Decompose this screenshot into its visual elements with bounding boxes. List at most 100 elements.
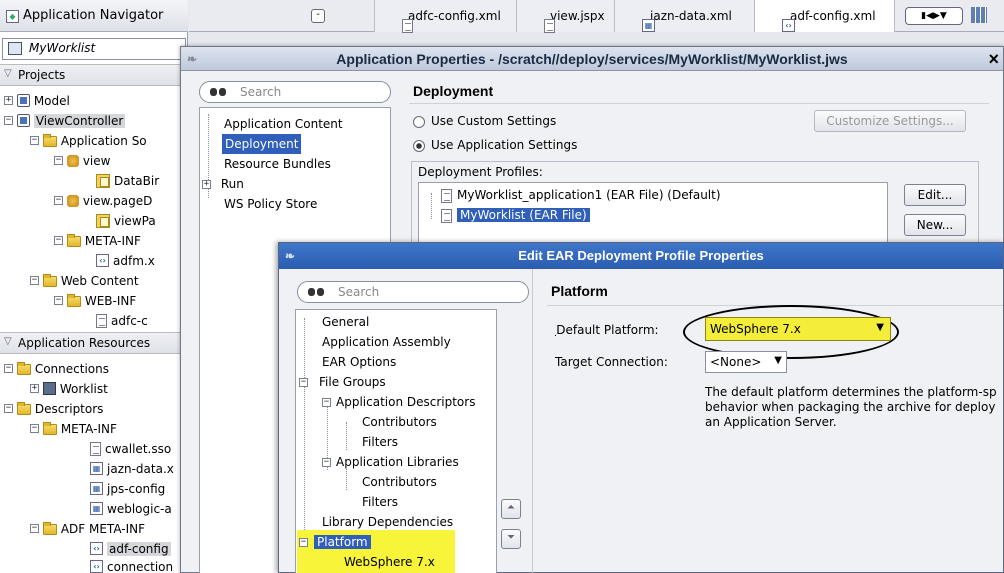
tree-item-databindings[interactable]: DataBir bbox=[96, 170, 159, 190]
folder-icon bbox=[42, 422, 57, 435]
navigator-header[interactable]: ◆ Application Navigator bbox=[0, 0, 188, 32]
binoculars-icon bbox=[210, 86, 228, 98]
tree-item-adfm[interactable]: ‹› adfm.x bbox=[96, 250, 155, 270]
collapse-icon[interactable]: − bbox=[322, 398, 331, 407]
expand-icon[interactable]: + bbox=[4, 96, 13, 105]
nav-application-descriptors[interactable]: − Application Descriptors bbox=[322, 392, 475, 412]
nav-contributors-2[interactable]: Contributors bbox=[362, 472, 437, 492]
app-resources-section-header[interactable]: ▽ Application Resources bbox=[0, 332, 188, 354]
tab-view-jspx[interactable]: view.jspx bbox=[517, 0, 615, 33]
default-platform-select[interactable]: WebSphere 7.x ▼ bbox=[705, 317, 891, 341]
edit-profile-button[interactable]: Edit... bbox=[904, 184, 966, 206]
collapse-icon[interactable]: − bbox=[54, 196, 63, 205]
tree-item-descriptors[interactable]: − Descriptors bbox=[4, 398, 103, 418]
app-selector-value: MyWorklist bbox=[29, 41, 96, 55]
nav-websphere[interactable]: WebSphere 7.x bbox=[344, 552, 435, 572]
package-icon bbox=[66, 154, 79, 167]
collapse-icon[interactable]: − bbox=[30, 424, 39, 433]
tree-item-app-sources[interactable]: − Application So bbox=[30, 130, 147, 150]
nav-filters-1[interactable]: Filters bbox=[362, 432, 398, 452]
minimize-icon[interactable]: - bbox=[311, 9, 325, 23]
collapse-icon[interactable]: − bbox=[30, 136, 39, 145]
use-custom-settings-radio[interactable]: Use Custom Settings bbox=[413, 114, 556, 128]
tree-item-cwallet[interactable]: cwallet.sso bbox=[90, 438, 171, 458]
nav-file-groups[interactable]: − File Groups bbox=[299, 372, 386, 392]
app-props-search[interactable]: Search bbox=[199, 81, 391, 103]
file-icon bbox=[544, 18, 555, 33]
tree-item-meta-inf[interactable]: − META-INF bbox=[54, 230, 141, 250]
collapse-icon[interactable]: − bbox=[30, 276, 39, 285]
collapse-icon[interactable]: − bbox=[4, 364, 13, 373]
tree-item-web-inf[interactable]: − WEB-INF bbox=[54, 290, 136, 310]
tree-item-viewpagedef[interactable]: viewPa bbox=[96, 210, 156, 230]
tree-item-adf-meta-inf[interactable]: − ADF META-INF bbox=[30, 518, 145, 538]
tree-item-jazn-data[interactable]: ▦ jazn-data.x bbox=[90, 458, 174, 478]
xml-file-icon: ▦ bbox=[90, 462, 103, 475]
app-resources-label: Application Resources bbox=[18, 336, 151, 350]
tree-item-meta-inf-2[interactable]: − META-INF bbox=[30, 418, 117, 438]
tree-item-adf-config[interactable]: ‹› adf-config bbox=[90, 538, 171, 558]
ear-search[interactable]: Search bbox=[297, 281, 529, 303]
projects-section-header[interactable]: ▽ Projects bbox=[0, 64, 188, 86]
nav-general[interactable]: General bbox=[322, 312, 369, 332]
chevron-down-icon: ▼ bbox=[774, 355, 782, 366]
nav-platform[interactable]: − Platform bbox=[299, 532, 371, 552]
tree-item-connections[interactable]: − Connections bbox=[4, 358, 109, 378]
profile-item-myworklist[interactable]: MyWorklist (EAR File) bbox=[441, 205, 590, 225]
nav-deployment[interactable]: Deployment bbox=[222, 134, 302, 154]
expand-icon[interactable]: + bbox=[202, 180, 211, 189]
tree-item-model[interactable]: + Model bbox=[4, 90, 70, 110]
expand-icon[interactable]: + bbox=[30, 384, 39, 393]
app-props-titlebar[interactable]: ❧ Application Properties - /scratch//dep… bbox=[181, 47, 1003, 71]
tree-item-view[interactable]: − view bbox=[54, 150, 110, 170]
tree-item-adfc-config[interactable]: adfc-c bbox=[96, 310, 148, 330]
grid-icon[interactable] bbox=[971, 7, 987, 23]
customize-settings-button[interactable]: Customize Settings... bbox=[814, 110, 966, 132]
collapse-icon[interactable]: − bbox=[54, 156, 63, 165]
chevron-down-icon: ▼ bbox=[876, 322, 884, 333]
app-selector[interactable]: MyWorklist bbox=[2, 38, 186, 60]
collapse-icon[interactable]: − bbox=[299, 538, 308, 547]
default-platform-label: DDefault Platform: bbox=[555, 323, 659, 337]
tree-item-jps-config[interactable]: ▦ jps-config bbox=[90, 478, 165, 498]
tree-item-worklist[interactable]: + Worklist bbox=[30, 378, 108, 398]
profile-item-application1[interactable]: MyWorklist_application1 (EAR File) (Defa… bbox=[441, 185, 721, 205]
tab-adf-config[interactable]: ‹›adf-config.xml bbox=[755, 0, 895, 32]
ear-dialog-titlebar[interactable]: ❧ Edit EAR Deployment Profile Properties bbox=[279, 243, 1003, 269]
scroll-up-button[interactable]: ⏶ bbox=[501, 499, 521, 519]
tab-nav-buttons[interactable]: ▮◀▶▼ bbox=[905, 7, 963, 25]
tree-item-view-pagedefs[interactable]: − view.pageD bbox=[54, 190, 152, 210]
tree-item-web-content[interactable]: − Web Content bbox=[30, 270, 139, 290]
new-profile-button[interactable]: New... bbox=[904, 214, 966, 236]
nav-ws-policy-store[interactable]: WS Policy Store bbox=[224, 194, 317, 214]
tree-item-viewcontroller[interactable]: − ViewController bbox=[4, 110, 126, 130]
nav-application-libraries[interactable]: − Application Libraries bbox=[322, 452, 459, 472]
collapse-icon[interactable]: − bbox=[54, 296, 63, 305]
nav-application-assembly[interactable]: Application Assembly bbox=[322, 332, 451, 352]
folder-icon bbox=[42, 522, 57, 535]
collapse-icon[interactable]: − bbox=[54, 236, 63, 245]
tab-adfc-config[interactable]: adfc-config.xml bbox=[374, 0, 517, 33]
collapse-icon[interactable]: − bbox=[30, 524, 39, 533]
close-icon[interactable]: × bbox=[988, 47, 999, 71]
deployment-profiles-group: Deployment Profiles: MyWorklist_applicat… bbox=[411, 161, 979, 251]
tab-jazn-data[interactable]: ▦jazn-data.xml bbox=[615, 0, 755, 32]
tree-item-connections-xml[interactable]: ‹› connection bbox=[90, 556, 173, 573]
nav-resource-bundles[interactable]: Resource Bundles bbox=[224, 154, 331, 174]
target-connection-select[interactable]: <None> ▼ bbox=[705, 351, 787, 373]
collapse-icon[interactable]: − bbox=[299, 378, 308, 387]
xml-file-icon: ‹› bbox=[782, 19, 795, 32]
use-app-settings-radio[interactable]: Use Application Settings bbox=[413, 138, 577, 152]
nav-ear-options[interactable]: EAR Options bbox=[322, 352, 396, 372]
tree-item-weblogic[interactable]: ▦ weblogic-a bbox=[90, 498, 172, 518]
nav-library-dependencies[interactable]: Library Dependencies bbox=[322, 512, 453, 532]
collapse-icon[interactable]: − bbox=[4, 116, 13, 125]
nav-run[interactable]: + Run bbox=[202, 174, 244, 194]
collapse-icon[interactable]: − bbox=[4, 404, 13, 413]
nav-filters-2[interactable]: Filters bbox=[362, 492, 398, 512]
editor-tab-bar: - adfc-config.xml view.jspx ▦jazn-data.x… bbox=[189, 0, 1004, 33]
nav-contributors-1[interactable]: Contributors bbox=[362, 412, 437, 432]
nav-application-content[interactable]: Application Content bbox=[224, 114, 343, 134]
scroll-down-button[interactable]: ⏷ bbox=[501, 529, 521, 549]
collapse-icon[interactable]: − bbox=[322, 458, 331, 467]
